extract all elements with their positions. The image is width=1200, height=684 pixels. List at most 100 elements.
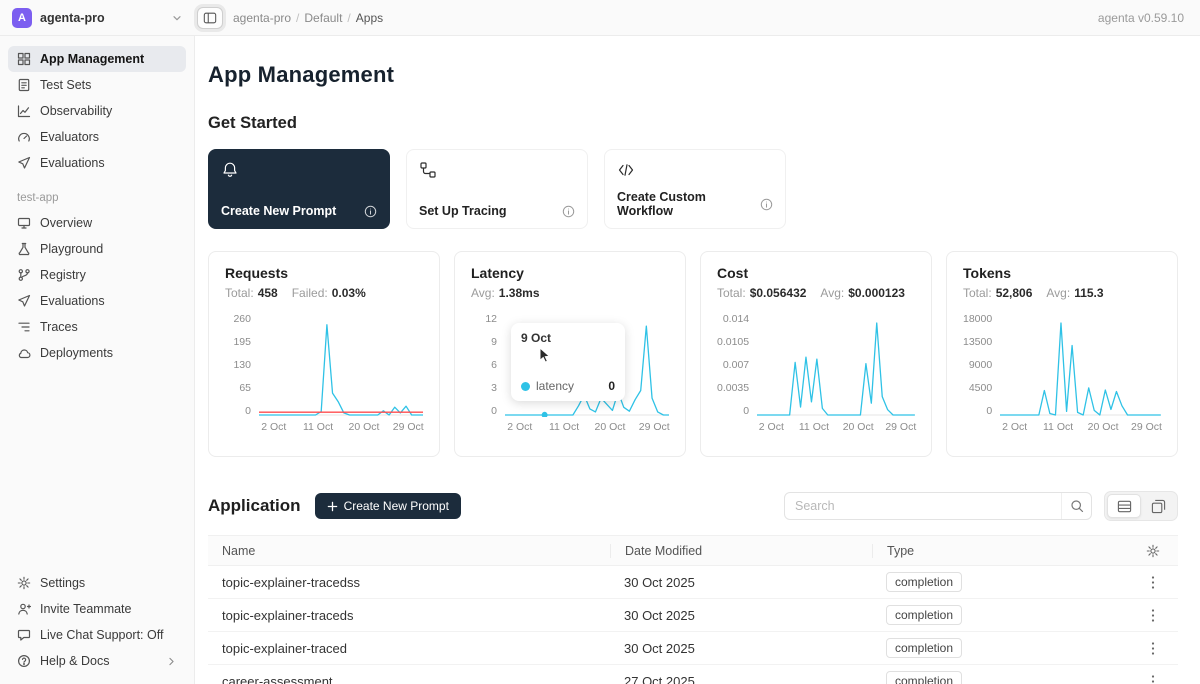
card-label: Create Custom Workflow [617, 190, 760, 218]
tooltip-series-label: latency [536, 379, 574, 393]
stat-label: Failed: [292, 286, 328, 300]
app-date-modified: 27 Oct 2025 [610, 674, 872, 684]
document-icon [17, 78, 31, 92]
cost-chart: 2 Oct11 Oct20 Oct29 Oct [757, 313, 915, 436]
table-header: Name Date Modified Type [208, 536, 1178, 566]
sidebar-item-label: Evaluations [40, 156, 105, 170]
info-icon[interactable] [364, 205, 377, 218]
sidebar-item-live-chat-support[interactable]: Live Chat Support: Off [8, 622, 186, 648]
cloud-icon [17, 346, 31, 360]
tokens-chart: 2 Oct11 Oct20 Oct29 Oct [1000, 313, 1161, 436]
breadcrumb-separator: / [296, 11, 299, 25]
row-actions-kebab-icon[interactable] [1147, 571, 1159, 594]
sidebar-item-evaluations[interactable]: Evaluations [8, 150, 186, 176]
set-up-tracing-card[interactable]: Set Up Tracing [406, 149, 588, 229]
top-bar: A agenta-pro agenta-pro / Default / Apps… [0, 0, 1200, 36]
sidebar-item-observability[interactable]: Observability [8, 98, 186, 124]
sidebar-item-label: Evaluators [40, 130, 99, 144]
type-badge: completion [886, 638, 962, 658]
sidebar-item-label: Deployments [40, 346, 113, 360]
app-name: topic-explainer-tracedss [208, 575, 610, 590]
view-toggle [1104, 491, 1178, 521]
workspace-selector[interactable]: A agenta-pro [0, 8, 195, 28]
search-input[interactable] [785, 499, 1061, 513]
question-circle-icon [17, 654, 31, 668]
create-new-prompt-card[interactable]: Create New Prompt [208, 149, 390, 229]
paper-plane-icon [17, 156, 31, 170]
sidebar-item-app-evaluations[interactable]: Evaluations [8, 288, 186, 314]
panel-left-icon [203, 11, 217, 25]
sidebar-item-registry[interactable]: Registry [8, 262, 186, 288]
type-badge: completion [886, 671, 962, 684]
y-axis-labels: 1800013500900045000 [963, 313, 992, 417]
paper-plane-icon [17, 294, 31, 308]
row-actions-kebab-icon[interactable] [1147, 637, 1159, 660]
metric-card-latency: Latency Avg:1.38ms 129630 9 Oct latency … [454, 251, 686, 457]
sidebar-item-help-docs[interactable]: Help & Docs [8, 648, 186, 674]
tooltip-date: 9 Oct [521, 331, 615, 345]
search-icon[interactable] [1061, 493, 1091, 519]
workspace-name: agenta-pro [40, 11, 105, 25]
app-version: agenta v0.59.10 [1098, 11, 1200, 25]
metric-card-requests: Requests Total:458 Failed:0.03% 26019513… [208, 251, 440, 457]
y-axis-labels: 129630 [471, 313, 497, 417]
sidebar-item-traces[interactable]: Traces [8, 314, 186, 340]
list-tree-icon [17, 320, 31, 334]
stat-label: Avg: [1046, 286, 1070, 300]
sidebar-item-invite-teammate[interactable]: Invite Teammate [8, 596, 186, 622]
row-actions-kebab-icon[interactable] [1147, 670, 1159, 684]
application-header: Application Create New Prompt [208, 491, 1178, 521]
series-dot-icon [521, 382, 530, 391]
sidebar-item-playground[interactable]: Playground [8, 236, 186, 262]
tracing-nodes-icon [419, 161, 575, 179]
metric-cards: Requests Total:458 Failed:0.03% 26019513… [208, 251, 1178, 457]
code-icon [617, 161, 773, 179]
sidebar-item-label: Registry [40, 268, 86, 282]
sidebar-item-label: Settings [40, 576, 85, 590]
info-icon[interactable] [562, 205, 575, 218]
chevron-right-icon [166, 656, 177, 667]
app-name: topic-explainer-traced [208, 641, 610, 656]
table-view-button[interactable] [1107, 494, 1141, 518]
stat-value: 458 [258, 286, 278, 300]
sidebar: App Management Test Sets Observability E… [0, 36, 195, 684]
type-badge: completion [886, 572, 962, 592]
table-row[interactable]: topic-explainer-tracedss 30 Oct 2025 com… [208, 566, 1178, 599]
app-date-modified: 30 Oct 2025 [610, 641, 872, 656]
gear-icon [17, 576, 31, 590]
stat-value: 1.38ms [499, 286, 540, 300]
breadcrumb-page[interactable]: Apps [356, 11, 383, 25]
search-box [784, 492, 1092, 520]
page-title: App Management [208, 62, 1178, 88]
sidebar-item-evaluators[interactable]: Evaluators [8, 124, 186, 150]
sidebar-item-overview[interactable]: Overview [8, 210, 186, 236]
sidebar-item-test-sets[interactable]: Test Sets [8, 72, 186, 98]
get-started-heading: Get Started [208, 114, 1178, 133]
row-actions-kebab-icon[interactable] [1147, 604, 1159, 627]
type-badge: completion [886, 605, 962, 625]
table-row[interactable]: topic-explainer-traceds 30 Oct 2025 comp… [208, 599, 1178, 632]
metric-card-tokens: Tokens Total:52,806 Avg:115.3 1800013500… [946, 251, 1178, 457]
sidebar-item-settings[interactable]: Settings [8, 570, 186, 596]
app-name: career-assessment [208, 674, 610, 684]
table-row[interactable]: career-assessment 27 Oct 2025 completion [208, 665, 1178, 684]
x-axis-labels: 2 Oct11 Oct20 Oct29 Oct [1000, 421, 1161, 436]
cards-view-icon [1151, 499, 1166, 514]
card-view-button[interactable] [1141, 494, 1175, 518]
breadcrumb-workspace[interactable]: agenta-pro [233, 11, 291, 25]
info-icon[interactable] [760, 198, 773, 211]
latency-chart: 9 Oct latency 0 2 Oct11 Oct20 Oct29 Oct [505, 313, 669, 436]
create-custom-workflow-card[interactable]: Create Custom Workflow [604, 149, 786, 229]
x-axis-labels: 2 Oct11 Oct20 Oct29 Oct [259, 421, 423, 436]
sidebar-item-deployments[interactable]: Deployments [8, 340, 186, 366]
table-row[interactable]: topic-explainer-traced 30 Oct 2025 compl… [208, 632, 1178, 665]
sidebar-item-label: Observability [40, 104, 112, 118]
chat-bubble-icon [17, 628, 31, 642]
stat-label: Total: [963, 286, 992, 300]
sidebar-item-app-management[interactable]: App Management [8, 46, 186, 72]
breadcrumb-project[interactable]: Default [304, 11, 342, 25]
create-new-prompt-button[interactable]: Create New Prompt [315, 493, 461, 519]
sidebar-toggle-button[interactable] [197, 7, 223, 29]
stat-label: Avg: [471, 286, 495, 300]
table-settings-gear-icon[interactable] [1146, 544, 1160, 558]
